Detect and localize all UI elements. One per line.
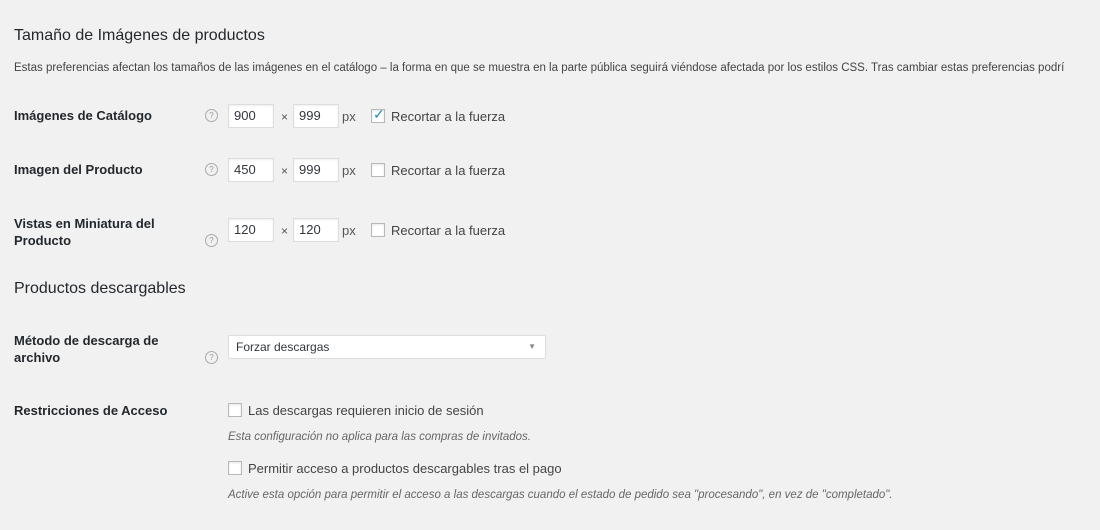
label-product-image: Imagen del Producto bbox=[14, 162, 143, 177]
download-method-select[interactable]: Forzar descargas ▼ bbox=[228, 335, 546, 359]
require-login-note: Esta configuración no aplica para las co… bbox=[228, 431, 532, 443]
grant-access-after-payment-label: Permitir acceso a productos descargables… bbox=[248, 461, 562, 476]
label-thumbnail-line2: Producto bbox=[14, 233, 72, 248]
thumbnail-crop-checkbox[interactable] bbox=[371, 223, 385, 237]
label-catalog-images: Imágenes de Catálogo bbox=[14, 108, 152, 123]
checkmark-icon: ✓ bbox=[373, 106, 385, 122]
catalog-height-input[interactable]: 999 bbox=[293, 104, 339, 128]
unit-label: px bbox=[342, 109, 356, 124]
times-sign: × bbox=[281, 224, 289, 238]
product-crop-label: Recortar a la fuerza bbox=[391, 163, 506, 178]
label-thumbnail-line1: Vistas en Miniatura del bbox=[14, 216, 155, 231]
catalog-crop-label: Recortar a la fuerza bbox=[391, 109, 506, 124]
thumbnail-height-input[interactable]: 120 bbox=[293, 218, 339, 242]
section-description: Estas preferencias afectan los tamaños d… bbox=[14, 62, 1065, 74]
product-height-input[interactable]: 999 bbox=[293, 158, 339, 182]
help-icon[interactable]: ? bbox=[205, 234, 218, 247]
grant-access-note: Active esta opción para permitir el acce… bbox=[228, 489, 893, 501]
grant-access-after-payment-checkbox[interactable] bbox=[228, 461, 242, 475]
label-access-restrictions: Restricciones de Acceso bbox=[14, 403, 168, 418]
product-crop-checkbox[interactable] bbox=[371, 163, 385, 177]
chevron-down-icon: ▼ bbox=[528, 342, 536, 351]
unit-label: px bbox=[342, 163, 356, 178]
label-download-method-line2: archivo bbox=[14, 350, 61, 365]
thumbnail-crop-label: Recortar a la fuerza bbox=[391, 223, 506, 238]
section-title-image-sizes: Tamaño de Imágenes de productos bbox=[14, 27, 265, 44]
help-icon[interactable]: ? bbox=[205, 351, 218, 364]
help-icon[interactable]: ? bbox=[205, 109, 218, 122]
section-title-downloads: Productos descargables bbox=[14, 280, 186, 297]
require-login-label: Las descargas requieren inicio de sesión bbox=[248, 403, 484, 418]
catalog-width-input[interactable]: 900 bbox=[228, 104, 274, 128]
product-width-input[interactable]: 450 bbox=[228, 158, 274, 182]
require-login-checkbox[interactable] bbox=[228, 403, 242, 417]
help-icon[interactable]: ? bbox=[205, 163, 218, 176]
download-method-selected: Forzar descargas bbox=[236, 340, 330, 354]
label-download-method-line1: Método de descarga de bbox=[14, 333, 159, 348]
catalog-crop-checkbox[interactable]: ✓ bbox=[371, 106, 385, 123]
times-sign: × bbox=[281, 110, 289, 124]
thumbnail-width-input[interactable]: 120 bbox=[228, 218, 274, 242]
unit-label: px bbox=[342, 223, 356, 238]
times-sign: × bbox=[281, 164, 289, 178]
